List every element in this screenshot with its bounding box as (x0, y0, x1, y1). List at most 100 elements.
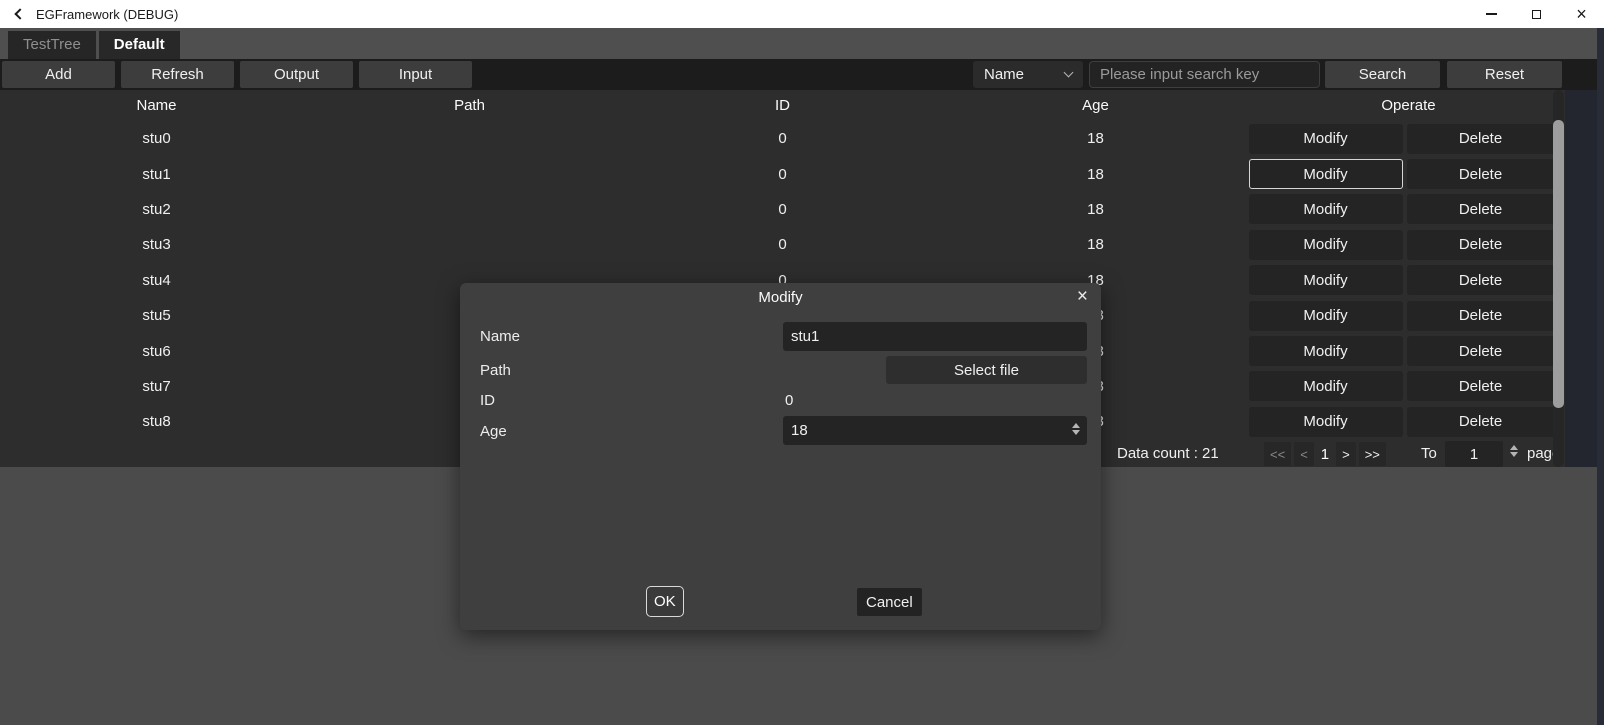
output-button[interactable]: Output (240, 61, 353, 88)
delete-button[interactable]: Delete (1407, 230, 1555, 260)
minimize-button[interactable] (1469, 0, 1514, 28)
delete-button[interactable]: Delete (1407, 159, 1555, 189)
ok-button[interactable]: OK (646, 586, 684, 617)
id-label: ID (480, 392, 495, 409)
minimize-icon (1486, 13, 1497, 15)
name-label: Name (480, 328, 520, 345)
cell-id: 0 (626, 166, 939, 183)
goto-page-label: To (1421, 440, 1437, 467)
modify-button[interactable]: Modify (1249, 194, 1403, 224)
delete-button[interactable]: Delete (1407, 336, 1555, 366)
age-label: Age (480, 423, 507, 440)
scrollbar-track[interactable] (1553, 90, 1564, 467)
cell-id: 0 (626, 201, 939, 218)
titlebar: EGFramework (DEBUG) × (0, 0, 1604, 28)
maximize-button[interactable] (1514, 0, 1559, 28)
pager-group: << < 1 > >> (1264, 442, 1386, 466)
chevron-left-icon (14, 8, 25, 19)
modify-button[interactable]: Modify (1249, 124, 1403, 154)
delete-button[interactable]: Delete (1407, 371, 1555, 401)
cell-age: 18 (939, 130, 1252, 147)
cell-name: stu1 (0, 166, 313, 183)
reset-button[interactable]: Reset (1447, 61, 1562, 88)
dialog-close-icon[interactable]: × (1077, 285, 1088, 309)
cell-id: 0 (626, 130, 939, 147)
window-title: EGFramework (DEBUG) (36, 7, 178, 22)
modify-button[interactable]: Modify (1249, 336, 1403, 366)
prev-page-button[interactable]: < (1294, 442, 1314, 466)
cell-age: 18 (939, 236, 1252, 253)
page-spinner-icon[interactable] (1510, 445, 1518, 457)
delete-button[interactable]: Delete (1407, 301, 1555, 331)
modify-button[interactable]: Modify (1249, 159, 1403, 189)
refresh-button[interactable]: Refresh (121, 61, 234, 88)
cell-operate: Modify Delete (1245, 194, 1558, 224)
age-spinner-icon[interactable] (1072, 423, 1080, 435)
data-count-label: Data count : 21 (1117, 440, 1219, 467)
dialog-title: Modify (460, 289, 1101, 306)
table-header: Name Path ID Age Operate (0, 90, 1565, 121)
cell-operate: Modify Delete (1245, 371, 1558, 401)
column-header-name: Name (0, 97, 313, 114)
close-icon: × (1576, 5, 1587, 23)
search-input[interactable] (1089, 61, 1320, 88)
filter-selected-value: Name (984, 66, 1024, 83)
current-page-number: 1 (1317, 446, 1333, 463)
add-button[interactable]: Add (2, 61, 115, 88)
window-controls: × (1469, 0, 1604, 28)
cell-name: stu6 (0, 343, 313, 360)
cell-name: stu4 (0, 272, 313, 289)
cell-operate: Modify Delete (1245, 230, 1558, 260)
cell-age: 18 (939, 166, 1252, 183)
cell-operate: Modify Delete (1245, 124, 1558, 154)
last-page-button[interactable]: >> (1359, 442, 1386, 466)
id-value: 0 (785, 392, 793, 409)
first-page-button[interactable]: << (1264, 442, 1291, 466)
age-input[interactable] (783, 416, 1087, 445)
cancel-button[interactable]: Cancel (857, 588, 922, 616)
search-button[interactable]: Search (1325, 61, 1440, 88)
filter-dropdown[interactable]: Name (973, 61, 1083, 88)
cell-operate: Modify Delete (1245, 159, 1558, 189)
age-spinbox[interactable] (783, 416, 1087, 445)
cell-age: 18 (939, 201, 1252, 218)
chevron-down-icon (1064, 68, 1074, 78)
modify-button[interactable]: Modify (1249, 371, 1403, 401)
maximize-icon (1532, 10, 1541, 19)
close-button[interactable]: × (1559, 0, 1604, 28)
screen-edge-strip (1597, 28, 1604, 725)
cell-name: stu3 (0, 236, 313, 253)
next-page-button[interactable]: > (1336, 442, 1356, 466)
cell-id: 0 (626, 236, 939, 253)
cell-name: stu7 (0, 378, 313, 395)
delete-button[interactable]: Delete (1407, 194, 1555, 224)
tab-default[interactable]: Default (99, 31, 180, 59)
tab-bar: TestTree Default (0, 28, 1597, 59)
input-button[interactable]: Input (359, 61, 472, 88)
modify-button[interactable]: Modify (1249, 407, 1403, 437)
delete-button[interactable]: Delete (1407, 124, 1555, 154)
table-row: stu0 0 18 Modify Delete (0, 121, 1565, 156)
modify-button[interactable]: Modify (1249, 230, 1403, 260)
tab-testtree[interactable]: TestTree (8, 31, 96, 59)
cell-operate: Modify Delete (1245, 301, 1558, 331)
cell-name: stu5 (0, 307, 313, 324)
scrollbar-thumb[interactable] (1553, 120, 1564, 408)
modify-button[interactable]: Modify (1249, 265, 1403, 295)
name-input[interactable] (783, 322, 1087, 351)
background-window-strip (1565, 90, 1597, 467)
modify-button[interactable]: Modify (1249, 301, 1403, 331)
cell-name: stu0 (0, 130, 313, 147)
column-header-operate: Operate (1252, 97, 1565, 114)
toolbar: Add Refresh Output Input Name Search Res… (0, 59, 1597, 90)
column-header-id: ID (626, 97, 939, 114)
back-icon[interactable] (12, 6, 28, 22)
delete-button[interactable]: Delete (1407, 265, 1555, 295)
app-window: EGFramework (DEBUG) × TestTree Default A… (0, 0, 1604, 725)
delete-button[interactable]: Delete (1407, 407, 1555, 437)
column-header-age: Age (939, 97, 1252, 114)
table-row: stu3 0 18 Modify Delete (0, 227, 1565, 262)
cell-operate: Modify Delete (1245, 407, 1558, 437)
page-number-input[interactable] (1445, 441, 1503, 467)
select-file-button[interactable]: Select file (886, 356, 1087, 384)
